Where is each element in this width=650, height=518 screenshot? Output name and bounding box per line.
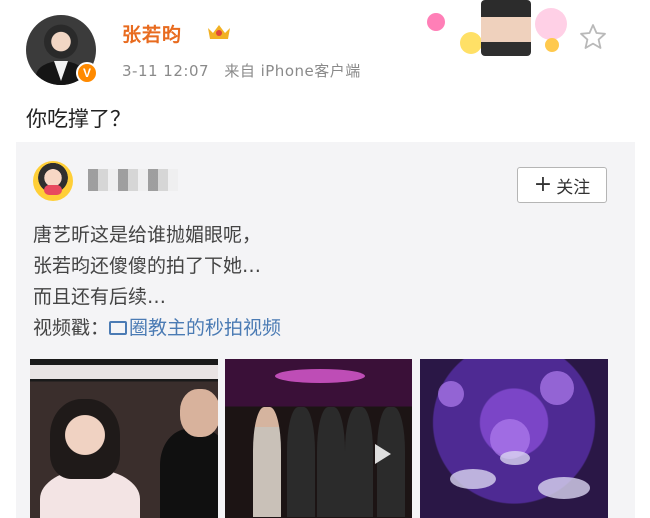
- decoration-bubble: [535, 8, 567, 40]
- figure-woman: [50, 399, 120, 479]
- follow-button[interactable]: + 关注: [517, 167, 607, 203]
- stage-light: [275, 369, 365, 383]
- figure-man-head: [180, 389, 218, 437]
- repost-line: 张若昀还傻傻的拍了下她…: [33, 255, 262, 277]
- figure: [345, 407, 373, 517]
- table-shape: [500, 451, 530, 465]
- decoration-bubble: [460, 32, 482, 54]
- video-icon: [109, 321, 128, 335]
- light-dot: [540, 371, 574, 405]
- crown-icon: [208, 25, 230, 39]
- figure: [287, 407, 315, 517]
- table-shape: [450, 469, 496, 489]
- decoration-bubble: [427, 13, 445, 31]
- plus-icon: +: [533, 172, 553, 197]
- decoration-photo: [481, 0, 531, 56]
- video-link-label: 圈教主的秒拍视频: [129, 317, 282, 339]
- table-shape: [538, 477, 590, 499]
- repost-line: 唐艺昕这是给谁抛媚眼呢，: [33, 224, 262, 246]
- repost-avatar[interactable]: [33, 161, 73, 201]
- figure: [317, 407, 345, 517]
- repost-card[interactable]: + 关注 唐艺昕这是给谁抛媚眼呢， 张若昀还傻傻的拍了下她… 而且还有后续… 视…: [16, 142, 635, 518]
- video-thumbnail-2[interactable]: [225, 359, 412, 518]
- repost-line: 而且还有后续…: [33, 286, 167, 308]
- video-thumbnail-1[interactable]: [30, 359, 218, 518]
- video-thumbnail-3[interactable]: [420, 359, 608, 518]
- post-header: V 张若昀 3-11 12:07 来自 iPhone客户端: [0, 0, 650, 95]
- decoration-bubble: [545, 38, 559, 52]
- post-text: 你吃撑了？: [26, 107, 131, 131]
- play-icon: [375, 444, 391, 464]
- v-badge-icon: V: [76, 62, 98, 84]
- video-link[interactable]: 圈教主的秒拍视频: [109, 317, 281, 339]
- light-dot: [438, 381, 464, 407]
- author-name[interactable]: 张若昀: [122, 20, 182, 47]
- figure: [253, 407, 281, 517]
- follow-label: 关注: [556, 177, 591, 198]
- figure-man: [160, 429, 218, 518]
- post-meta: 3-11 12:07 来自 iPhone客户端: [122, 60, 361, 81]
- repost-text: 唐艺昕这是给谁抛媚眼呢， 张若昀还傻傻的拍了下她… 而且还有后续… 视频戳： 圈教…: [33, 220, 281, 344]
- post-source: 来自 iPhone客户端: [224, 62, 361, 80]
- card-decoration: [405, 0, 573, 58]
- post-time: 3-11 12:07: [122, 62, 210, 80]
- video-line: 视频戳： 圈教主的秒拍视频: [33, 313, 281, 344]
- stage-banner: [30, 365, 218, 379]
- avatar-detail: [44, 185, 62, 195]
- star-icon[interactable]: [578, 22, 608, 52]
- repost-username-blurred[interactable]: [88, 169, 178, 191]
- video-prefix: 视频戳：: [33, 317, 110, 339]
